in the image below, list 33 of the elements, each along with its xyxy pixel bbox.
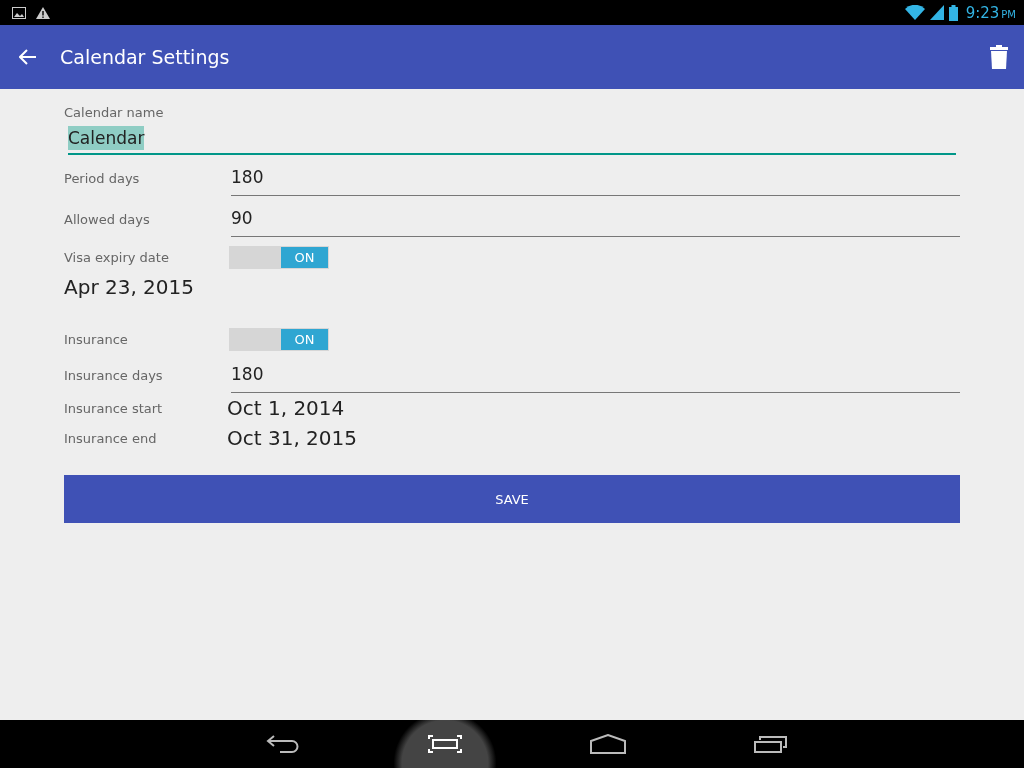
back-icon[interactable] xyxy=(266,735,300,753)
field-label: Period days xyxy=(64,169,141,186)
warning-icon xyxy=(36,6,50,19)
input-field[interactable]: 180 xyxy=(231,353,960,393)
field-label: Insurance xyxy=(64,331,129,347)
clock-period: PM xyxy=(1001,8,1016,20)
back-arrow-icon[interactable] xyxy=(19,49,37,65)
field-label: Insurance start xyxy=(64,400,164,416)
screenshot-icon[interactable] xyxy=(428,735,462,753)
field-label: Calendar name xyxy=(64,104,165,122)
date-value[interactable]: Oct 31, 2015 xyxy=(227,426,357,450)
input-field[interactable]: 180 xyxy=(231,156,960,196)
date-value[interactable]: Oct 1, 2014 xyxy=(227,396,345,420)
battery-icon xyxy=(948,4,958,21)
date-value[interactable]: Apr 23, 2015 xyxy=(64,270,195,304)
signal-icon xyxy=(929,5,944,20)
field-label: Insurance end xyxy=(64,430,158,446)
input-field[interactable]: Calendar xyxy=(68,122,956,155)
trash-icon[interactable] xyxy=(990,45,1008,69)
toggle-state: ON xyxy=(281,246,328,268)
wifi-icon xyxy=(904,5,925,20)
field-label: Insurance days xyxy=(64,366,164,383)
field-label: Visa expiry date xyxy=(64,249,170,265)
input-field[interactable]: 90 xyxy=(231,197,960,237)
picture-icon xyxy=(12,6,26,19)
home-icon[interactable] xyxy=(590,734,626,754)
screen-title: Calendar Settings xyxy=(60,46,231,68)
field-value: Calendar xyxy=(68,125,145,150)
toggle-state: ON xyxy=(281,328,328,350)
recent-apps-icon[interactable] xyxy=(754,735,788,753)
field-label: Allowed days xyxy=(64,210,151,227)
clock-time: 9:23 xyxy=(965,3,1000,22)
save-button[interactable]: SAVE xyxy=(64,475,960,523)
